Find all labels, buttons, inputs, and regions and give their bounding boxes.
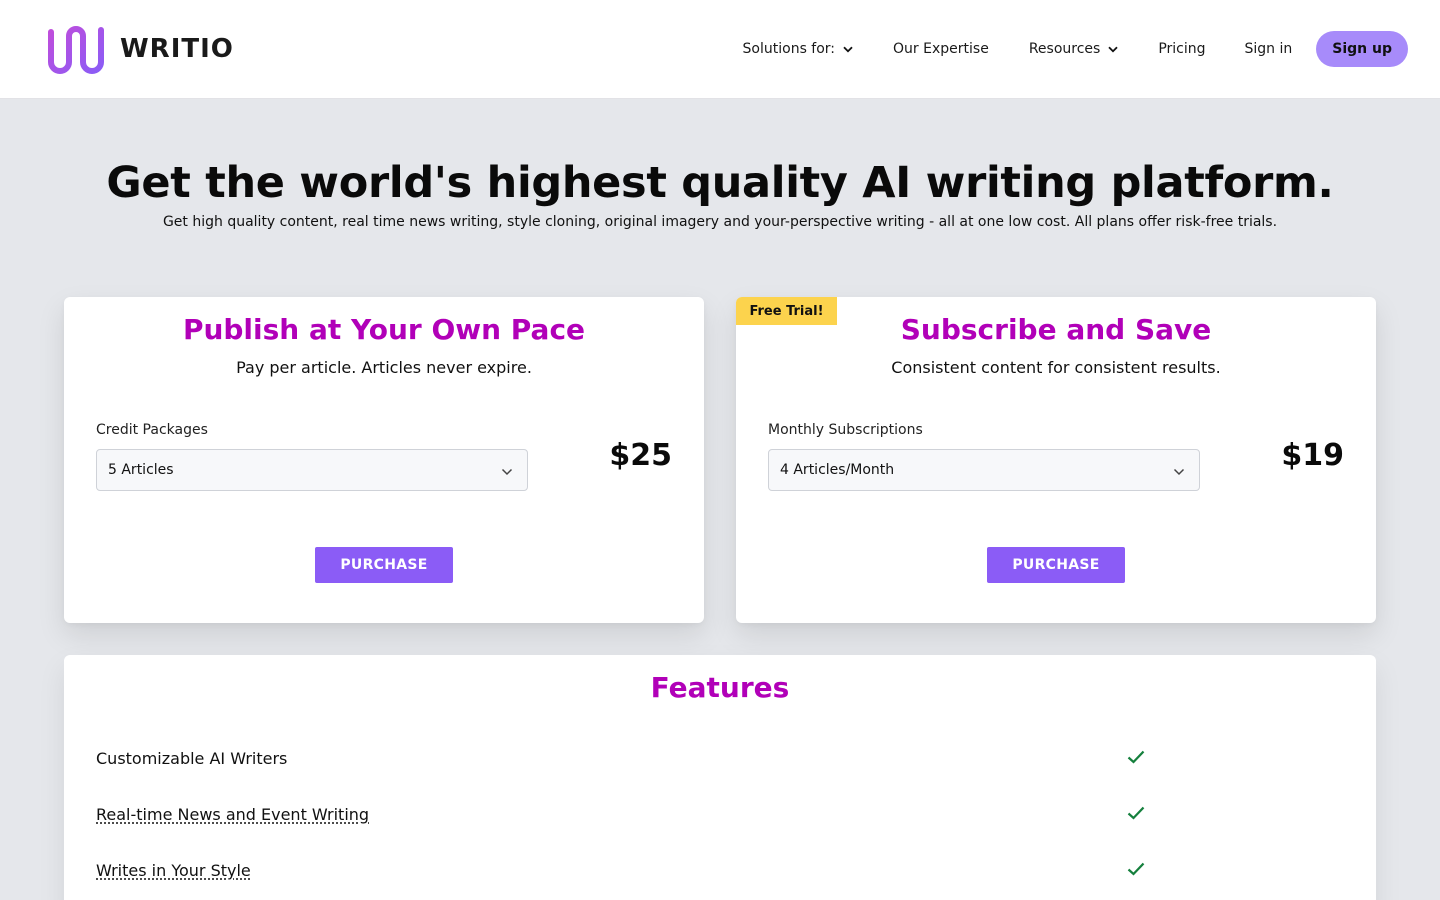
plan-price: $19 <box>1281 438 1344 473</box>
feature-row: Customizable AI Writers <box>96 747 1344 771</box>
purchase-button[interactable]: PURCHASE <box>987 547 1125 583</box>
checkmark-icon <box>1127 861 1145 880</box>
features-title: Features <box>64 671 1376 704</box>
chevron-down-icon <box>501 464 513 480</box>
monthly-subscriptions-label: Monthly Subscriptions <box>768 422 923 438</box>
brand-name: WRITIO <box>120 34 234 64</box>
nav-pricing[interactable]: Pricing <box>1158 41 1205 57</box>
nav-resources-dropdown[interactable]: Resources <box>1029 41 1119 57</box>
plan-subtitle: Consistent content for consistent result… <box>736 358 1376 377</box>
credit-packages-label: Credit Packages <box>96 422 208 438</box>
nav-sign-in[interactable]: Sign in <box>1245 41 1293 57</box>
nav-solutions-label: Solutions for: <box>743 41 836 57</box>
chevron-down-icon <box>843 41 853 57</box>
plan-price: $25 <box>609 438 672 473</box>
feature-label-link[interactable]: Writes in Your Style <box>96 861 251 880</box>
site-header: WRITIO Solutions for: Our Expertise Reso… <box>0 0 1440 99</box>
hero-subtitle: Get high quality content, real time news… <box>0 214 1440 230</box>
select-value: 4 Articles/Month <box>780 462 894 478</box>
chevron-down-icon <box>1173 464 1185 480</box>
logo[interactable]: WRITIO <box>46 24 234 74</box>
sign-up-button[interactable]: Sign up <box>1316 31 1408 67</box>
writio-logo-icon <box>46 24 110 74</box>
feature-row: Writes in Your Style <box>96 859 1344 883</box>
checkmark-icon <box>1127 805 1145 824</box>
nav-our-expertise[interactable]: Our Expertise <box>893 41 989 57</box>
feature-row: Real-time News and Event Writing <box>96 803 1344 827</box>
plan-card-pay-per-article: Publish at Your Own Pace Pay per article… <box>64 297 704 623</box>
features-section: Features Customizable AI Writers Real-ti… <box>64 655 1376 900</box>
plan-title: Publish at Your Own Pace <box>64 313 704 346</box>
checkmark-icon <box>1127 749 1145 768</box>
chevron-down-icon <box>1108 41 1118 57</box>
credit-packages-select[interactable]: 5 Articles <box>96 449 528 491</box>
monthly-subscriptions-select[interactable]: 4 Articles/Month <box>768 449 1200 491</box>
plan-title: Subscribe and Save <box>736 313 1376 346</box>
select-value: 5 Articles <box>108 462 174 478</box>
feature-label-link[interactable]: Real-time News and Event Writing <box>96 805 369 824</box>
plan-card-subscription: Free Trial! Subscribe and Save Consisten… <box>736 297 1376 623</box>
nav-solutions-dropdown[interactable]: Solutions for: <box>743 41 854 57</box>
purchase-button[interactable]: PURCHASE <box>315 547 453 583</box>
main-nav: Solutions for: Our Expertise Resources P… <box>743 31 1408 67</box>
nav-resources-label: Resources <box>1029 41 1101 57</box>
hero-title: Get the world's highest quality AI writi… <box>0 158 1440 208</box>
feature-label: Customizable AI Writers <box>96 749 287 768</box>
plan-subtitle: Pay per article. Articles never expire. <box>64 358 704 377</box>
